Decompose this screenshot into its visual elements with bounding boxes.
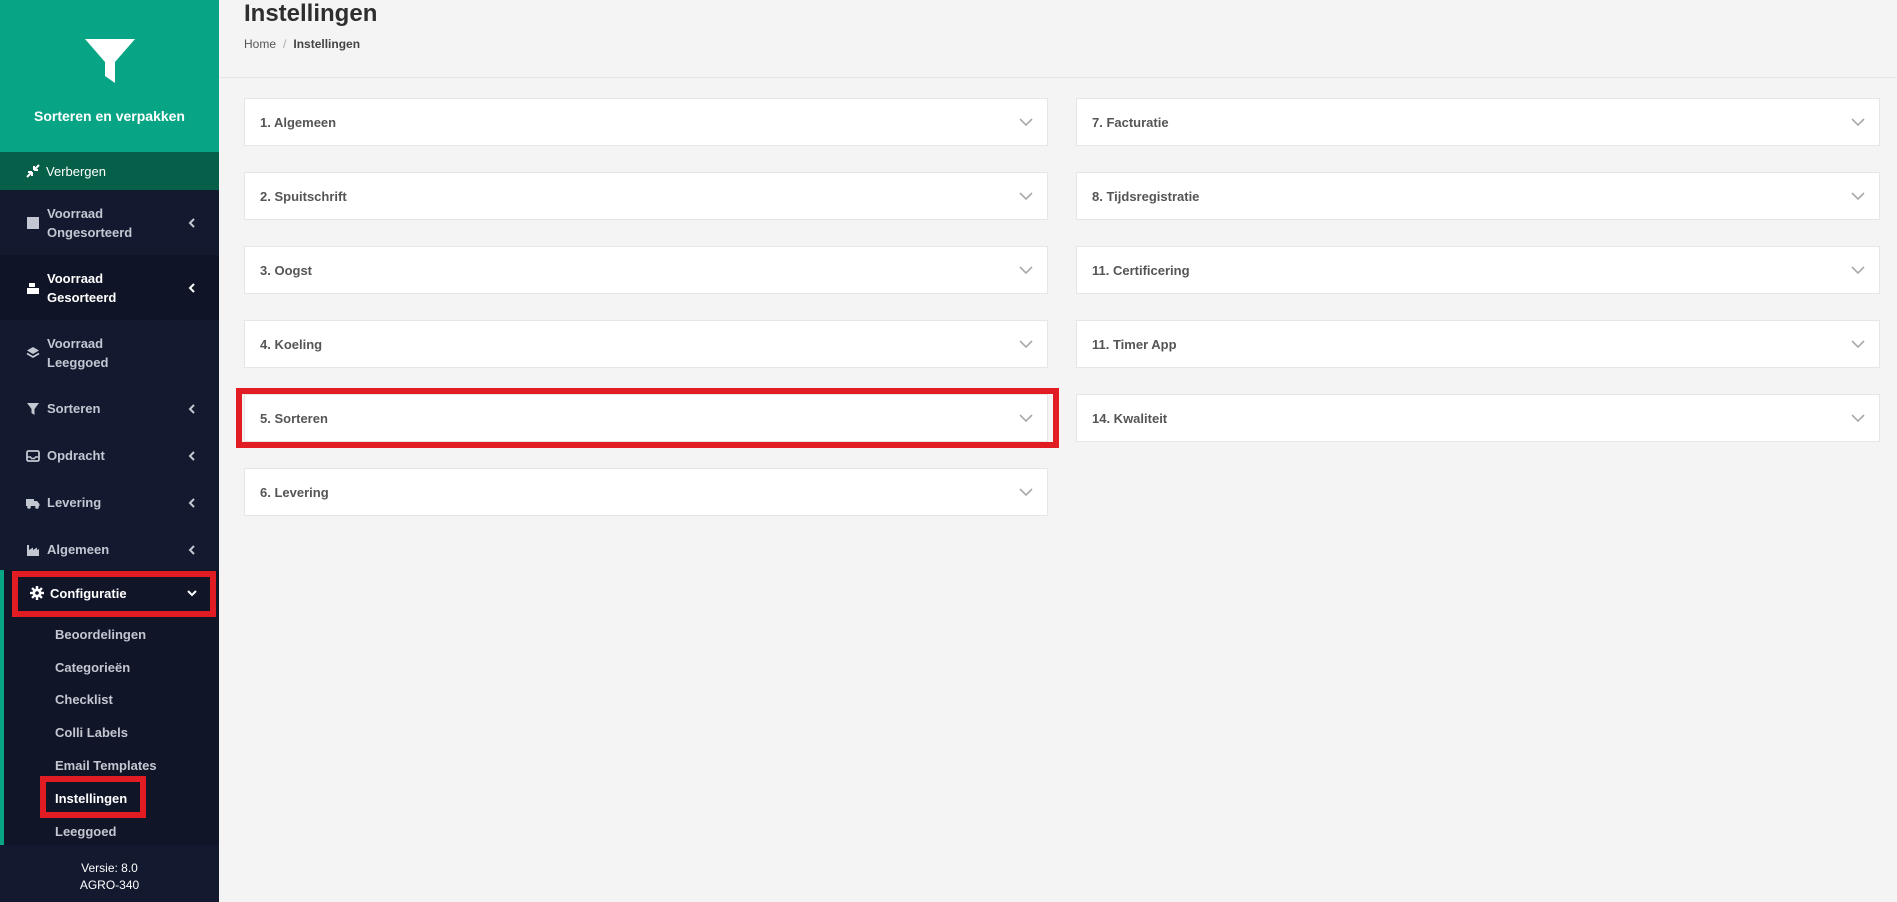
submenu-item-colli-labels[interactable]: Colli Labels xyxy=(55,725,128,740)
sidebar-item-voorraad-ongesorteerd[interactable]: Voorraad Ongesorteerd xyxy=(0,190,219,255)
industry-icon xyxy=(27,544,39,556)
sidebar: Sorteren en verpakken Verbergen Voorraad… xyxy=(0,0,219,902)
sidebar-item-label: Gesorteerd xyxy=(47,289,117,305)
panel-title: 14. Kwaliteit xyxy=(1092,410,1168,426)
chevron-left-icon xyxy=(188,282,195,293)
panel-title: 1. Algemeen xyxy=(260,114,337,130)
chevron-left-icon xyxy=(188,497,195,508)
chevron-down-icon xyxy=(1851,413,1865,422)
boxes-icon xyxy=(27,282,39,294)
panel-oogst[interactable]: 3. Oogst xyxy=(244,246,1048,294)
sidebar-item-label: Voorraad xyxy=(47,335,104,351)
submenu-item-instellingen[interactable]: Instellingen xyxy=(55,791,127,806)
chevron-left-icon xyxy=(188,403,195,414)
sidebar-item-sorteren[interactable]: Sorteren xyxy=(0,385,219,432)
chevron-left-icon xyxy=(188,544,195,555)
version-info: Versie: 8.0 AGRO-340 xyxy=(0,860,219,894)
sidebar-item-voorraad-gesorteerd[interactable]: Voorraad Gesorteerd xyxy=(0,255,219,320)
chevron-down-icon xyxy=(1019,191,1033,200)
panel-title: 5. Sorteren xyxy=(260,410,328,426)
inbox-icon xyxy=(26,449,40,462)
chevron-down-icon xyxy=(1019,413,1033,422)
chevron-left-icon xyxy=(188,217,195,228)
brand-name: Sorteren en verpakken xyxy=(34,108,185,124)
sidebar-item-label: Configuratie xyxy=(50,585,127,601)
submenu-item-beoordelingen[interactable]: Beoordelingen xyxy=(55,627,146,642)
funnel-logo-icon xyxy=(84,39,135,83)
gear-icon xyxy=(30,586,44,600)
chevron-down-icon xyxy=(1019,487,1033,496)
compress-icon xyxy=(26,164,40,178)
sidebar-item-label: Levering xyxy=(47,495,102,510)
panel-algemeen[interactable]: 1. Algemeen xyxy=(244,98,1048,146)
panel-title: 7. Facturatie xyxy=(1092,114,1169,130)
sidebar-item-label: Voorraad xyxy=(47,270,104,286)
submenu-item-leeggoed[interactable]: Leeggoed xyxy=(55,824,116,839)
submenu-item-email-templates[interactable]: Email Templates xyxy=(55,758,157,773)
sidebar-item-configuratie[interactable]: Configuratie xyxy=(19,576,211,610)
panel-spuitschrift[interactable]: 2. Spuitschrift xyxy=(244,172,1048,220)
panel-sorteren[interactable]: 5. Sorteren xyxy=(244,394,1048,442)
main-content: Instellingen Home / Instellingen 1. Algeme… xyxy=(219,0,1897,902)
header-divider xyxy=(219,77,1897,78)
breadcrumb-current: Instellingen xyxy=(293,37,361,51)
sidebar-item-label: Sorteren xyxy=(47,401,101,416)
chevron-down-icon xyxy=(1851,117,1865,126)
submenu-item-categorieen[interactable]: Categorieën xyxy=(55,660,130,675)
panel-title: 3. Oogst xyxy=(260,262,313,278)
filter-icon xyxy=(27,402,39,415)
sidebar-item-levering[interactable]: Levering xyxy=(0,479,219,526)
sidebar-nav: Voorraad Ongesorteerd Voorraad Gesorteerd … xyxy=(0,190,219,573)
hide-sidebar-label: Verbergen xyxy=(46,163,106,179)
build-code: AGRO-340 xyxy=(79,878,140,892)
sidebar-item-label: Voorraad xyxy=(47,205,104,221)
sidebar-item-label: Algemeen xyxy=(47,542,110,557)
submenu-item-checklist[interactable]: Checklist xyxy=(55,692,113,707)
chevron-down-icon xyxy=(187,590,197,597)
panel-title: 8. Tijdsregistratie xyxy=(1092,188,1200,204)
panel-title: 11. Timer App xyxy=(1092,336,1177,352)
panel-facturatie[interactable]: 7. Facturatie xyxy=(1076,98,1880,146)
chevron-down-icon xyxy=(1019,117,1033,126)
panel-title: 4. Koeling xyxy=(260,336,323,352)
layers-icon xyxy=(26,346,40,358)
sidebar-item-voorraad-leeggoed[interactable]: Voorraad Leeggoed xyxy=(0,320,219,385)
hide-sidebar-button[interactable]: Verbergen xyxy=(0,152,219,190)
page-title: Instellingen xyxy=(244,0,378,27)
chevron-down-icon xyxy=(1851,191,1865,200)
breadcrumb-home-link[interactable]: Home xyxy=(244,37,276,51)
panel-levering[interactable]: 6. Levering xyxy=(244,468,1048,516)
sidebar-item-algemeen[interactable]: Algemeen xyxy=(0,526,219,573)
chevron-down-icon xyxy=(1019,265,1033,274)
sidebar-item-label: Ongesorteerd xyxy=(47,224,133,240)
truck-icon xyxy=(26,498,40,509)
config-submenu: Configuratie Beoordelingen Categorieën C… xyxy=(0,570,219,845)
brand: Sorteren en verpakken xyxy=(0,0,219,152)
panel-title: 6. Levering xyxy=(260,484,329,500)
chevron-left-icon xyxy=(188,450,195,461)
panel-certificering[interactable]: 11. Certificering xyxy=(1076,246,1880,294)
panel-title: 2. Spuitschrift xyxy=(260,188,347,204)
version-number: Versie: 8.0 xyxy=(81,861,138,875)
breadcrumb: Home / Instellingen xyxy=(244,37,360,51)
chevron-down-icon xyxy=(1851,265,1865,274)
chevron-down-icon xyxy=(1851,339,1865,348)
panel-kwaliteit[interactable]: 14. Kwaliteit xyxy=(1076,394,1880,442)
sidebar-item-label: Leeggoed xyxy=(47,354,109,370)
box-icon xyxy=(27,216,39,229)
panel-tijdsregistratie[interactable]: 8. Tijdsregistratie xyxy=(1076,172,1880,220)
sidebar-item-label: Opdracht xyxy=(47,448,105,463)
breadcrumb-separator: / xyxy=(283,37,287,51)
panel-koeling[interactable]: 4. Koeling xyxy=(244,320,1048,368)
sidebar-item-opdracht[interactable]: Opdracht xyxy=(0,432,219,479)
chevron-down-icon xyxy=(1019,339,1033,348)
panel-timer-app[interactable]: 11. Timer App xyxy=(1076,320,1880,368)
panel-title: 11. Certificering xyxy=(1092,262,1190,278)
